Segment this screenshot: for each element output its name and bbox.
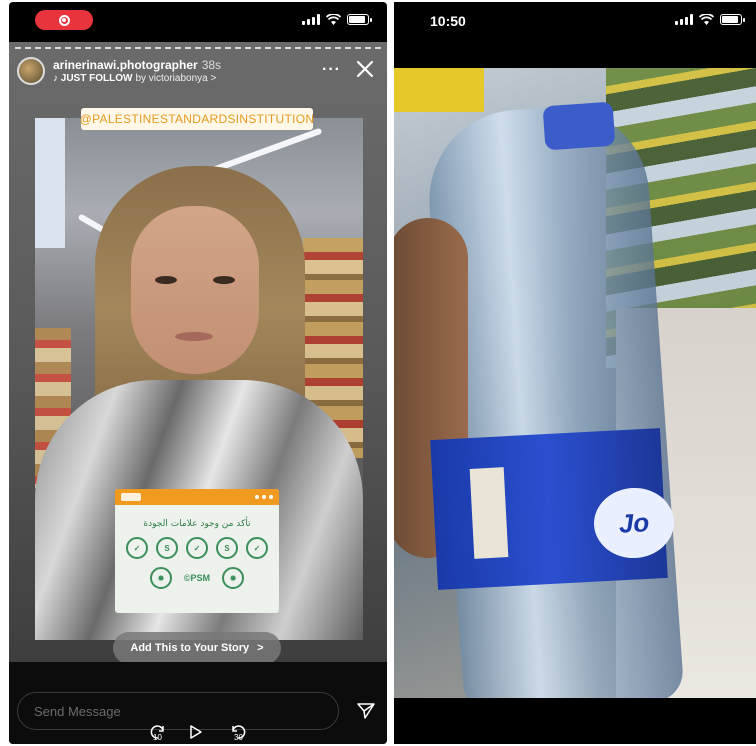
status-clock: 10:50 [430, 13, 466, 29]
battery-icon [347, 14, 372, 25]
video-screen: 10:50 Jo [394, 2, 756, 744]
person-face [131, 206, 259, 374]
battery-icon [720, 14, 745, 25]
playback-controls: 10 30 [149, 724, 247, 742]
add-to-story-button[interactable]: Add This to Your Story > [113, 632, 281, 664]
status-bar [9, 2, 387, 42]
music-artist: by victoriabonya > [135, 73, 217, 84]
screen-record-indicator[interactable] [35, 10, 93, 30]
story-header: arinerinawi.photographer 38s ♪ JUST FOLLO… [17, 57, 379, 87]
brand-logo-text: Jo [618, 506, 650, 539]
message-placeholder: Send Message [34, 703, 121, 719]
quality-badge-icon: S [216, 537, 238, 559]
quality-badge-icon: ✓ [126, 537, 148, 559]
card-title: تأكد من وجود علامات الجودة [143, 519, 251, 529]
label-barcode-strip [469, 467, 509, 559]
username-text: arinerinawi.photographer [53, 58, 198, 72]
quality-badges: ✓ S ✓ S ✓ [115, 537, 279, 559]
eye [213, 276, 235, 284]
quality-badge-icon: S [156, 537, 178, 559]
story-time: 38s [201, 58, 222, 72]
seal-icon: ✸ [222, 567, 245, 589]
mention-sticker[interactable]: @PALESTINESTANDARDSINSTITUTION [80, 108, 314, 130]
close-icon[interactable] [355, 59, 375, 79]
record-icon [58, 14, 70, 26]
seal-icon: ✸ [149, 567, 172, 589]
wifi-icon [326, 14, 341, 25]
video-frame[interactable]: Jo [394, 68, 756, 698]
music-title: ♪ JUST FOLLOW [53, 73, 133, 84]
rewind-10-icon[interactable]: 10 [149, 724, 167, 742]
card-logo [121, 493, 141, 501]
card-dots [255, 495, 273, 499]
rewind-label: 10 [153, 733, 162, 742]
bottom-black-bar [394, 698, 756, 744]
story-progress-bar [15, 47, 381, 49]
signal-icon [675, 14, 693, 25]
send-icon[interactable] [357, 702, 375, 720]
forward-label: 30 [234, 733, 243, 742]
avatar[interactable] [17, 57, 45, 85]
chevron-right-icon: > [257, 642, 264, 654]
story-content[interactable]: arinerinawi.photographer 38s ♪ JUST FOLLO… [9, 42, 387, 664]
card-header [115, 489, 279, 505]
story-username[interactable]: arinerinawi.photographer 38s [53, 58, 221, 72]
music-attribution[interactable]: ♪ JUST FOLLOW by victoriabonya > [53, 73, 216, 84]
signal-icon [302, 14, 320, 25]
system-icons [675, 14, 745, 25]
psm-logo: ©PSM [183, 573, 211, 583]
forward-30-icon[interactable]: 30 [229, 724, 247, 742]
add-to-story-label: Add This to Your Story [130, 642, 250, 654]
more-options-button[interactable]: ··· [322, 61, 341, 79]
quality-badge-icon: ✓ [186, 537, 208, 559]
story-reply-bar: Send Message 10 30 [9, 662, 387, 744]
wifi-icon [699, 14, 714, 25]
psm-quality-card[interactable]: تأكد من وجود علامات الجودة ✓ S ✓ S ✓ ✸ ©… [115, 489, 279, 613]
bottle-cap [542, 101, 616, 151]
eye [155, 276, 177, 284]
instagram-story-screen: arinerinawi.photographer 38s ♪ JUST FOLLO… [9, 2, 387, 744]
quality-badge-icon: ✓ [246, 537, 268, 559]
lips [175, 332, 213, 341]
play-icon[interactable] [189, 724, 207, 740]
shelf-price-tag [394, 68, 484, 112]
store-sign [35, 118, 65, 248]
quality-badges-row2: ✸ ©PSM ✸ [115, 567, 279, 589]
system-icons [302, 14, 372, 25]
